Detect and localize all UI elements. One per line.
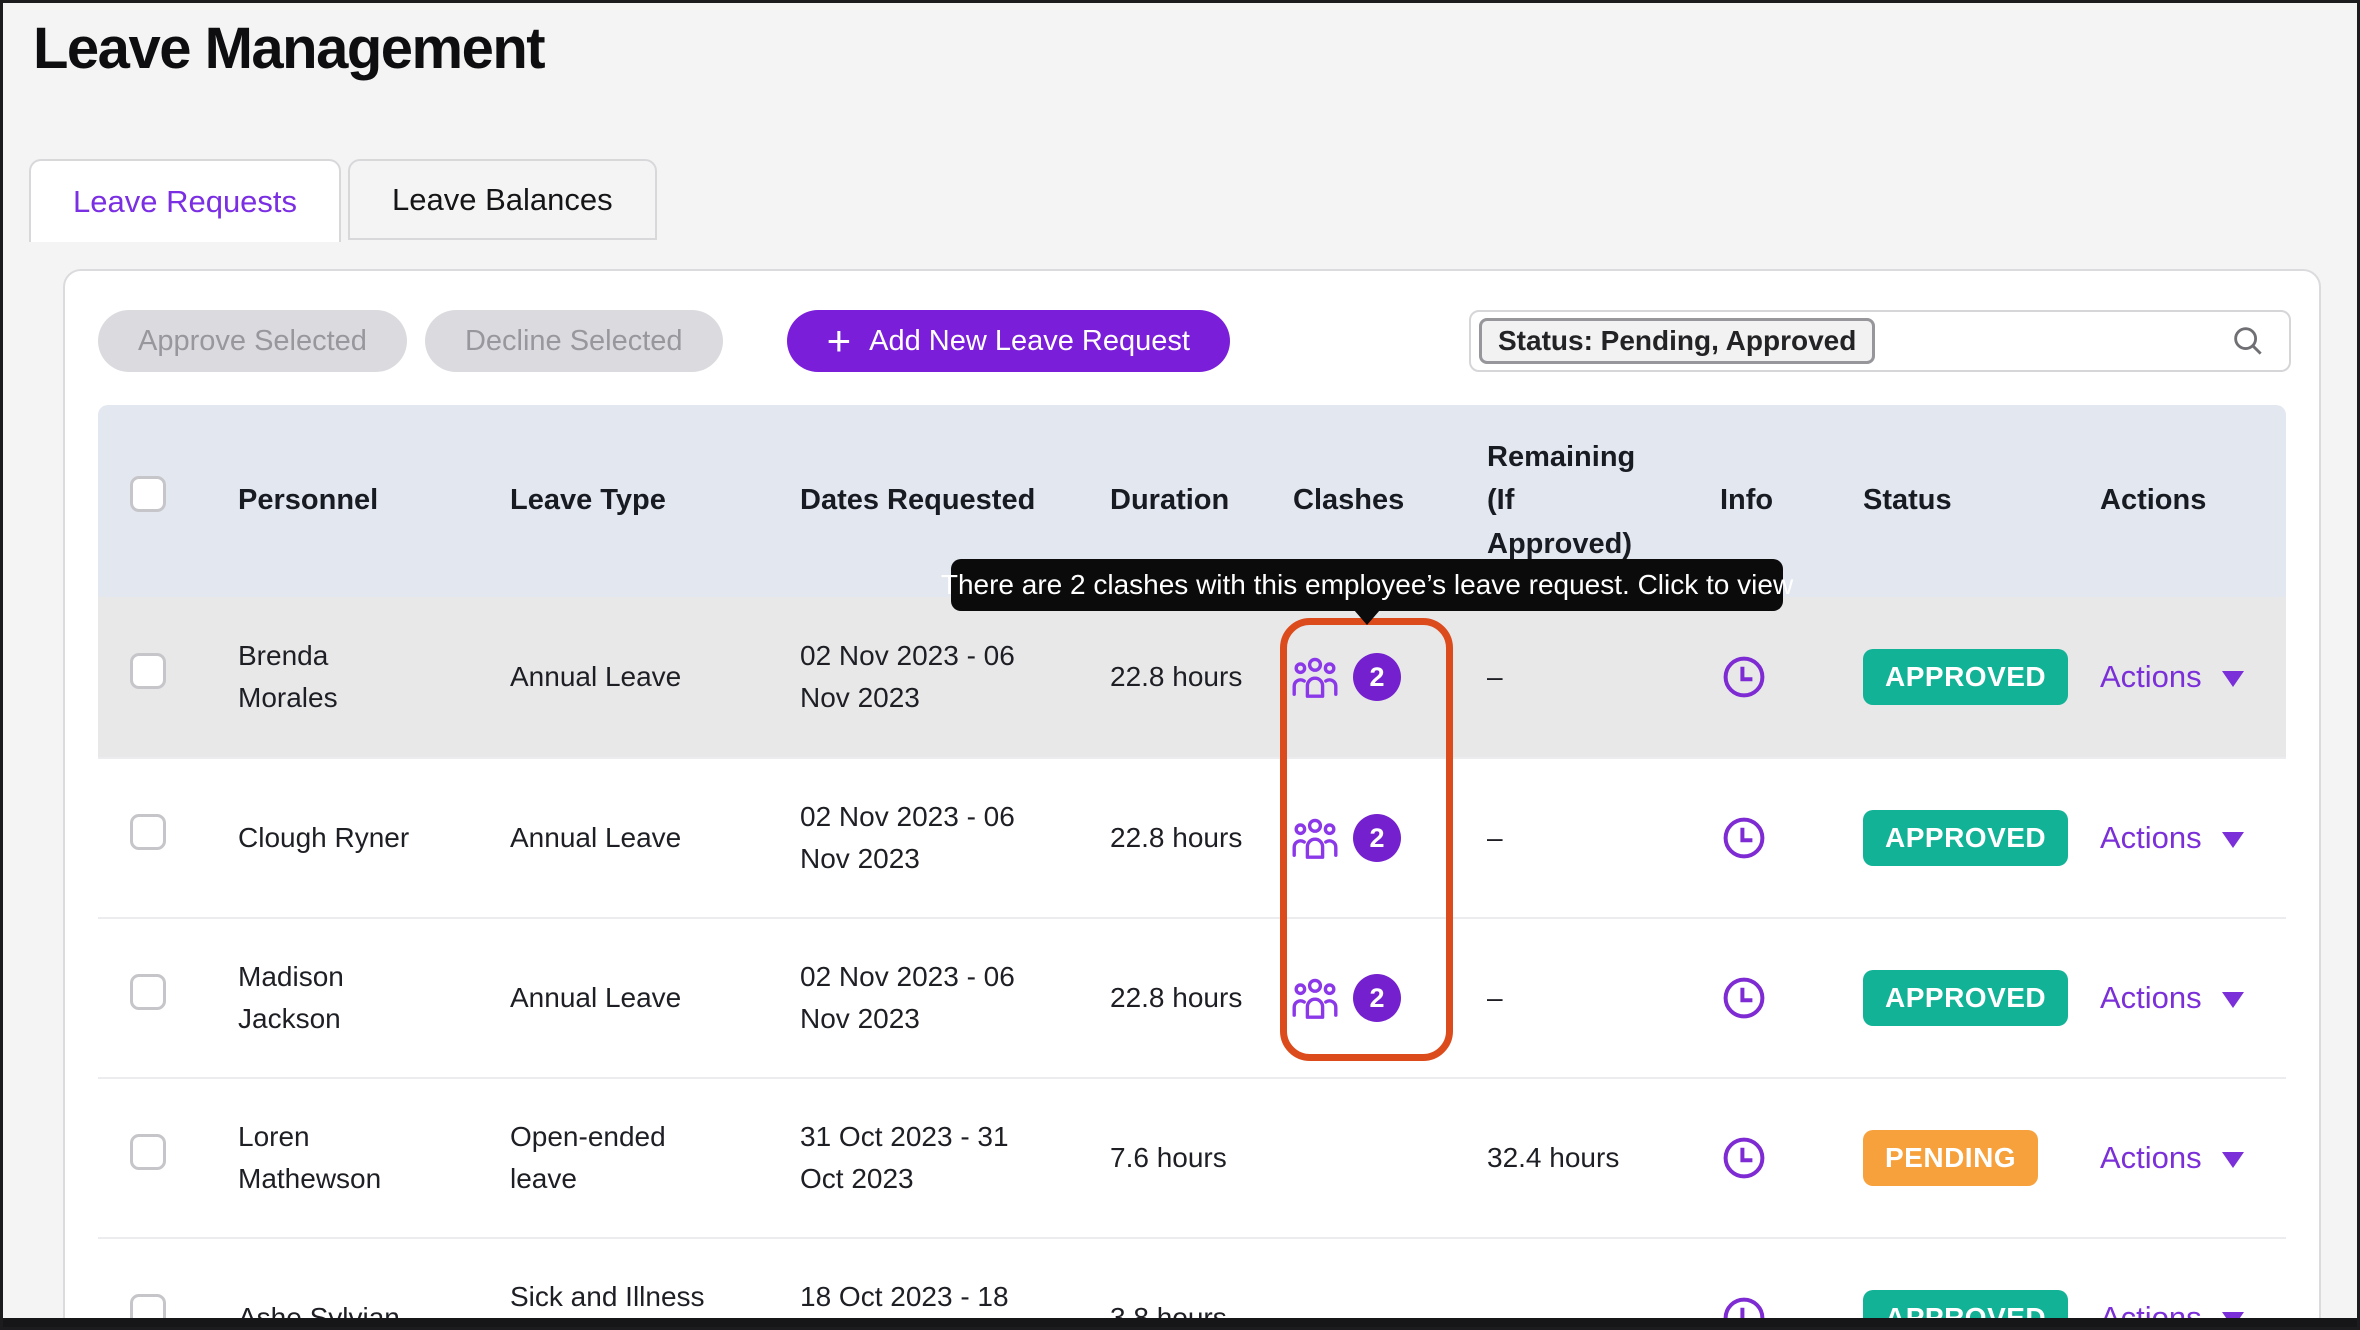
duration: 22.8 hours <box>1090 977 1273 1019</box>
duration: 7.6 hours <box>1090 1137 1273 1179</box>
col-remaining: Remaining (If Approved) <box>1467 436 1700 567</box>
col-leave-type: Leave Type <box>490 479 780 523</box>
remaining-value: – <box>1467 817 1700 859</box>
dates-requested: 02 Nov 2023 - 06 Nov 2023 <box>800 635 1046 719</box>
search-input[interactable]: Status: Pending, Approved <box>1469 310 2291 372</box>
col-personnel: Personnel <box>218 479 490 523</box>
leave-type: Open-ended leave <box>510 1116 716 1200</box>
clash-count-badge[interactable]: 2 <box>1353 814 1401 862</box>
actions-dropdown[interactable]: Actions <box>2080 975 2286 1022</box>
tab-leave-balances[interactable]: Leave Balances <box>348 159 657 240</box>
personnel-name: Loren Mathewson <box>238 1116 418 1200</box>
remaining-value: – <box>1467 977 1700 1019</box>
row-checkbox[interactable] <box>130 653 166 689</box>
tab-leave-requests[interactable]: Leave Requests <box>29 159 341 242</box>
chevron-down-icon <box>2222 832 2244 848</box>
actions-dropdown[interactable]: Actions <box>2080 654 2286 701</box>
status-badge: PENDING <box>1863 1130 2038 1186</box>
clash-tooltip: There are 2 clashes with this employee’s… <box>951 559 1783 611</box>
toolbar: Approve Selected Decline Selected + Add … <box>98 309 2291 373</box>
leave-type: Annual Leave <box>510 977 681 1019</box>
clashes-cell[interactable]: 2 <box>1273 974 1467 1022</box>
add-new-leave-request-label: Add New Leave Request <box>869 325 1190 358</box>
tabs: Leave Requests Leave Balances <box>29 159 657 242</box>
row-checkbox[interactable] <box>130 814 166 850</box>
clock-icon[interactable] <box>1720 814 1768 862</box>
col-status: Status <box>1843 479 2080 523</box>
chevron-down-icon <box>2222 992 2244 1008</box>
col-actions: Actions <box>2080 479 2286 523</box>
people-group-icon <box>1291 816 1339 860</box>
actions-dropdown[interactable]: Actions <box>2080 1135 2286 1182</box>
page-title: Leave Management <box>33 15 544 82</box>
col-info: Info <box>1700 479 1843 523</box>
clash-count-badge[interactable]: 2 <box>1353 974 1401 1022</box>
status-badge: APPROVED <box>1863 970 2068 1026</box>
window-frame <box>3 1318 2357 1327</box>
actions-label: Actions <box>2100 654 2202 701</box>
actions-label: Actions <box>2100 815 2202 862</box>
info-cell[interactable] <box>1700 814 1843 862</box>
select-all-checkbox[interactable] <box>130 476 166 512</box>
chevron-down-icon <box>2222 671 2244 687</box>
chevron-down-icon <box>2222 1152 2244 1168</box>
table-row: Loren Mathewson Open-ended leave 31 Oct … <box>98 1077 2286 1237</box>
row-checkbox[interactable] <box>130 974 166 1010</box>
personnel-name: Madison Jackson <box>238 956 418 1040</box>
dates-requested: 02 Nov 2023 - 06 Nov 2023 <box>800 956 1046 1040</box>
search-icon[interactable] <box>2229 322 2267 360</box>
personnel-name: Brenda Morales <box>238 635 418 719</box>
people-group-icon <box>1291 976 1339 1020</box>
info-cell[interactable] <box>1700 653 1843 701</box>
info-cell[interactable] <box>1700 974 1843 1022</box>
status-badge: APPROVED <box>1863 810 2068 866</box>
tooltip-arrow <box>1354 610 1380 625</box>
remaining-value: – <box>1467 656 1700 698</box>
duration: 22.8 hours <box>1090 656 1273 698</box>
clash-tooltip-text: There are 2 clashes with this employee’s… <box>941 569 1793 601</box>
dates-requested: 31 Oct 2023 - 31 Oct 2023 <box>800 1116 1046 1200</box>
clock-icon[interactable] <box>1720 653 1768 701</box>
dates-requested: 02 Nov 2023 - 06 Nov 2023 <box>800 796 1046 880</box>
people-group-icon <box>1291 655 1339 699</box>
leave-type: Annual Leave <box>510 656 681 698</box>
table-row: Ashe Sylvian Sick and Illness Leave Leav… <box>98 1237 2286 1330</box>
leave-management-screen: Leave Management Leave Requests Leave Ba… <box>0 0 2360 1330</box>
col-duration: Duration <box>1090 479 1273 523</box>
clock-icon[interactable] <box>1720 974 1768 1022</box>
content-card: Approve Selected Decline Selected + Add … <box>63 269 2321 1330</box>
leave-requests-table: Personnel Leave Type Dates Requested Dur… <box>98 405 2286 1330</box>
table-row: Madison Jackson Annual Leave 02 Nov 2023… <box>98 917 2286 1077</box>
approve-selected-button[interactable]: Approve Selected <box>98 310 407 372</box>
col-clashes: Clashes <box>1273 479 1467 523</box>
table-row: Clough Ryner Annual Leave 02 Nov 2023 - … <box>98 757 2286 917</box>
remaining-value: 32.4 hours <box>1467 1137 1700 1179</box>
table-row: Brenda Morales Annual Leave 02 Nov 2023 … <box>98 597 2286 757</box>
clashes-cell[interactable]: 2 <box>1273 814 1467 862</box>
row-checkbox[interactable] <box>130 1134 166 1170</box>
duration: 22.8 hours <box>1090 817 1273 859</box>
actions-dropdown[interactable]: Actions <box>2080 815 2286 862</box>
leave-type: Annual Leave <box>510 817 681 859</box>
clash-count-badge[interactable]: 2 <box>1353 653 1401 701</box>
add-new-leave-request-button[interactable]: + Add New Leave Request <box>787 310 1230 372</box>
info-cell[interactable] <box>1700 1134 1843 1182</box>
decline-selected-button[interactable]: Decline Selected <box>425 310 723 372</box>
status-badge: APPROVED <box>1863 649 2068 705</box>
personnel-name: Clough Ryner <box>238 817 409 859</box>
actions-label: Actions <box>2100 1135 2202 1182</box>
clock-icon[interactable] <box>1720 1134 1768 1182</box>
col-dates-requested: Dates Requested <box>780 479 1090 523</box>
status-filter-chip[interactable]: Status: Pending, Approved <box>1479 318 1875 364</box>
actions-label: Actions <box>2100 975 2202 1022</box>
clashes-cell[interactable]: 2 <box>1273 653 1467 701</box>
